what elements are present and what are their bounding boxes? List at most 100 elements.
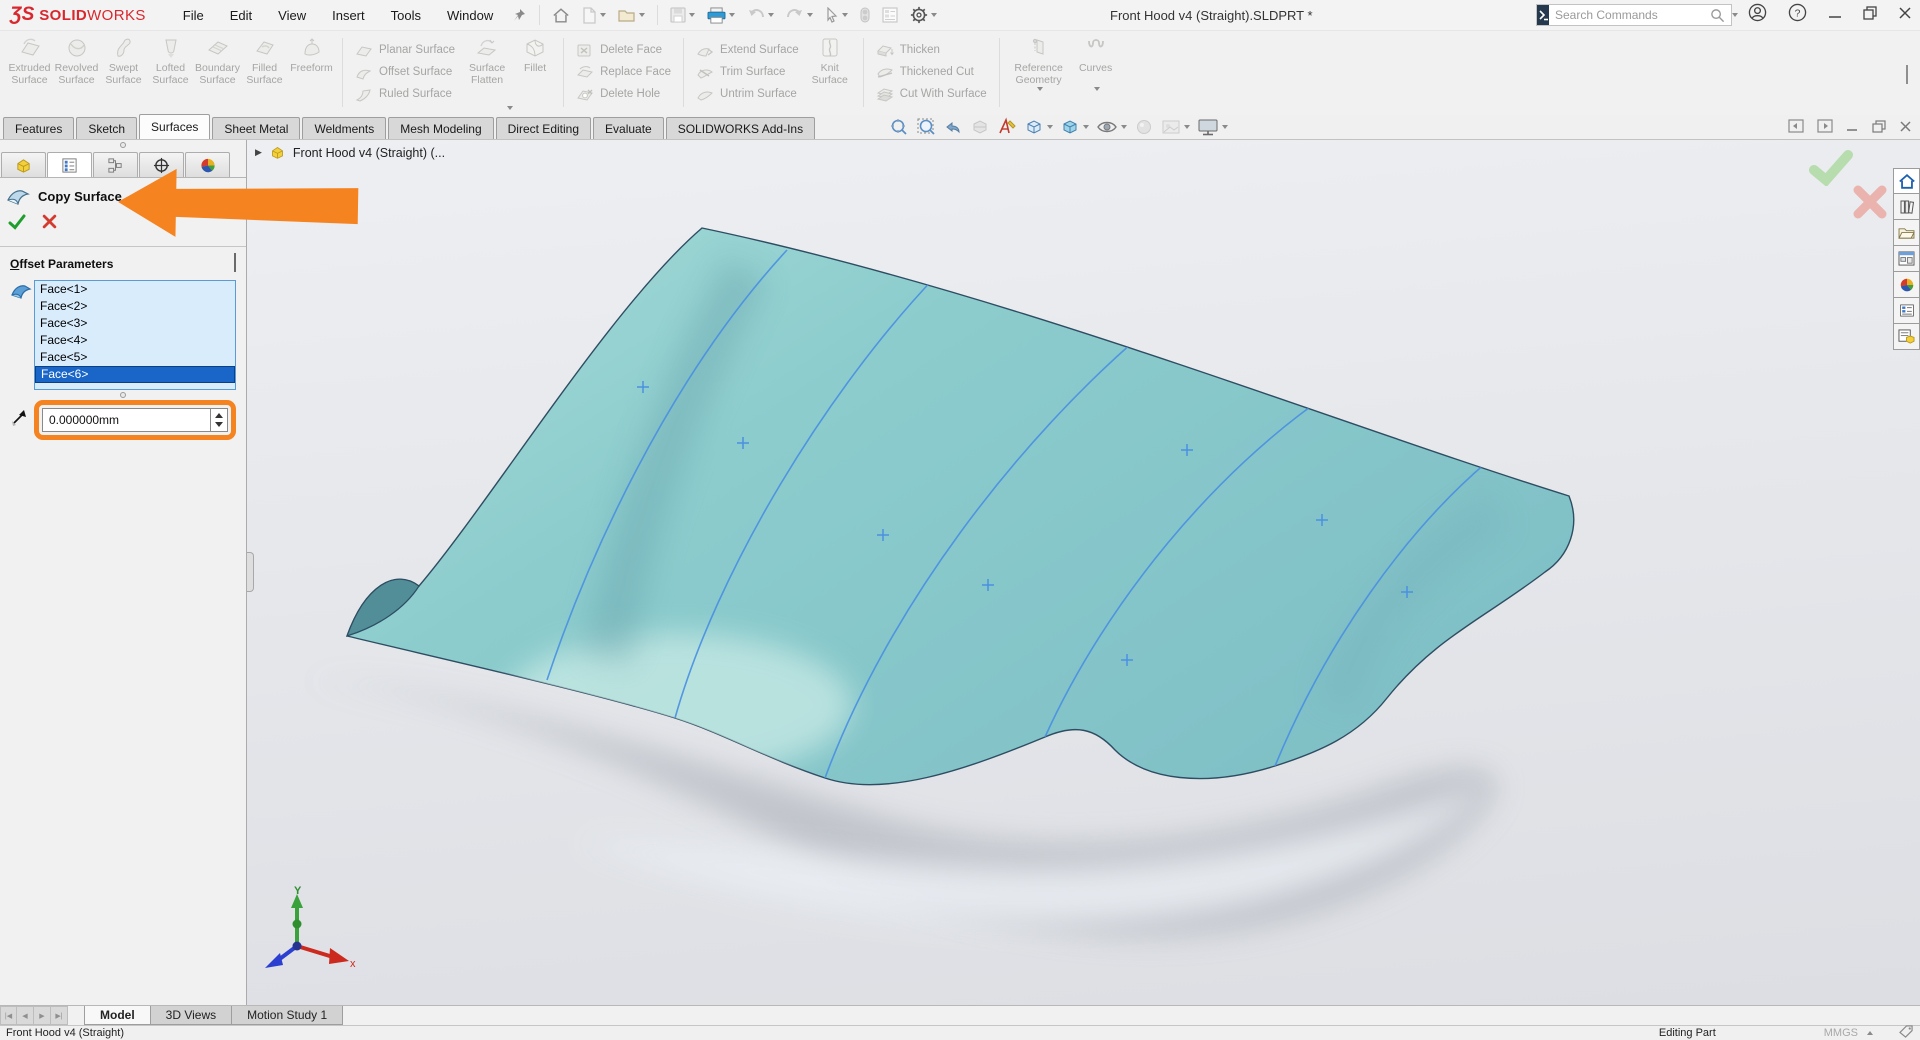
panel-flyout-grip[interactable] bbox=[247, 552, 254, 592]
status-units[interactable]: MMGS bbox=[1824, 1027, 1858, 1040]
close-window-icon[interactable] bbox=[1898, 6, 1912, 25]
menu-insert[interactable]: Insert bbox=[319, 3, 378, 28]
offset-distance-field[interactable] bbox=[42, 408, 228, 432]
face-list-item[interactable]: Face<5> bbox=[35, 349, 235, 366]
open-document-caret[interactable] bbox=[639, 13, 645, 17]
zoom-to-area-icon[interactable] bbox=[915, 117, 937, 137]
display-style-icon[interactable] bbox=[1059, 117, 1090, 137]
appearances-scenes-icon[interactable] bbox=[1893, 272, 1920, 298]
thickened-cut-button[interactable]: Thickened Cut bbox=[871, 61, 992, 83]
cancel-x-button[interactable] bbox=[42, 214, 57, 235]
hide-show-caret[interactable] bbox=[1121, 125, 1127, 129]
search-scope-caret[interactable] bbox=[1732, 13, 1738, 17]
units-caret-icon[interactable] bbox=[1867, 1031, 1873, 1035]
tab-solidworks-addins[interactable]: SOLIDWORKS Add-Ins bbox=[666, 117, 815, 139]
close-document-icon[interactable] bbox=[1899, 120, 1912, 138]
file-explorer-icon[interactable] bbox=[1893, 220, 1920, 246]
knit-surface-button[interactable]: Knit Surface bbox=[804, 34, 856, 115]
account-icon[interactable] bbox=[1748, 3, 1767, 27]
previous-view-icon[interactable] bbox=[942, 117, 964, 137]
confirm-cancel-ghost-icon[interactable] bbox=[1852, 184, 1888, 225]
custom-properties-icon[interactable] bbox=[1893, 298, 1920, 324]
face-list-item[interactable]: Face<3> bbox=[35, 315, 235, 332]
thicken-button[interactable]: Thicken bbox=[871, 39, 992, 61]
search-icon[interactable] bbox=[1710, 8, 1729, 23]
tab-sheet-metal[interactable]: Sheet Metal bbox=[212, 117, 300, 139]
tab-evaluate[interactable]: Evaluate bbox=[593, 117, 664, 139]
extend-surface-button[interactable]: Extend Surface bbox=[691, 39, 804, 61]
search-commands-box[interactable] bbox=[1536, 4, 1732, 26]
open-document-button[interactable] bbox=[616, 6, 647, 25]
curves-caret[interactable] bbox=[1094, 87, 1100, 91]
tab-weldments[interactable]: Weldments bbox=[302, 117, 386, 139]
untrim-surface-button[interactable]: Untrim Surface bbox=[691, 83, 804, 105]
spinner-up-icon[interactable] bbox=[215, 413, 223, 418]
curves-button[interactable]: Curves bbox=[1071, 34, 1121, 96]
view-palette-icon[interactable] bbox=[1893, 246, 1920, 272]
tab-sketch[interactable]: Sketch bbox=[76, 117, 137, 139]
tab-3d-views[interactable]: 3D Views bbox=[150, 1006, 232, 1025]
search-commands-input[interactable] bbox=[1549, 8, 1710, 22]
view-settings-caret[interactable] bbox=[1222, 125, 1228, 129]
confirm-ok-ghost-icon[interactable] bbox=[1808, 150, 1854, 191]
reference-geometry-button[interactable]: Reference Geometry bbox=[1007, 34, 1071, 96]
solidworks-forum-icon[interactable] bbox=[1893, 324, 1920, 350]
lofted-surface-button[interactable]: Lofted Surface bbox=[147, 34, 194, 115]
face-list-item-selected[interactable]: Face<6> bbox=[35, 366, 235, 383]
view-settings-icon[interactable] bbox=[1196, 117, 1229, 137]
section-view-icon[interactable] bbox=[969, 117, 991, 137]
options-caret[interactable] bbox=[931, 13, 937, 17]
face-list-item[interactable]: Face<2> bbox=[35, 298, 235, 315]
offset-distance-input[interactable] bbox=[43, 409, 210, 431]
collapse-section-chevron[interactable] bbox=[234, 255, 236, 273]
view-orientation-caret[interactable] bbox=[1047, 125, 1053, 129]
graphics-viewport[interactable]: ▶ Front Hood v4 (Straight) (... Y bbox=[247, 140, 1920, 1005]
cut-with-surface-button[interactable]: Cut With Surface bbox=[871, 83, 992, 105]
reference-geometry-caret[interactable] bbox=[1037, 87, 1043, 91]
tab-surfaces[interactable]: Surfaces bbox=[139, 114, 210, 139]
menu-file[interactable]: File bbox=[170, 3, 217, 28]
face-selection-list[interactable]: Face<1> Face<2> Face<3> Face<4> Face<5> … bbox=[34, 280, 236, 390]
tab-motion-study-1[interactable]: Motion Study 1 bbox=[231, 1006, 343, 1025]
select-cursor-button[interactable] bbox=[823, 5, 850, 25]
tab-features[interactable]: Features bbox=[3, 117, 74, 139]
flip-offset-direction-icon[interactable] bbox=[10, 408, 32, 432]
annotation-style-icon[interactable] bbox=[996, 117, 1018, 137]
scroll-left-icon[interactable]: ◀ bbox=[17, 1006, 34, 1025]
task-pane-home-icon[interactable] bbox=[1893, 168, 1920, 194]
extruded-surface-button[interactable]: Extruded Surface bbox=[6, 34, 53, 115]
boundary-surface-button[interactable]: Boundary Surface bbox=[194, 34, 241, 115]
display-style-caret[interactable] bbox=[1083, 125, 1089, 129]
menu-window[interactable]: Window bbox=[434, 3, 506, 28]
revolved-surface-button[interactable]: Revolved Surface bbox=[53, 34, 100, 115]
section-splitter-grip[interactable] bbox=[120, 392, 126, 398]
options-gear-button[interactable] bbox=[908, 4, 939, 26]
delete-hole-button[interactable]: Delete Hole bbox=[571, 83, 676, 105]
next-document-icon[interactable] bbox=[1817, 119, 1833, 138]
property-manager-tab[interactable] bbox=[47, 152, 92, 177]
featuremanager-tree-tab[interactable] bbox=[1, 152, 46, 177]
new-document-caret[interactable] bbox=[600, 13, 606, 17]
menu-view[interactable]: View bbox=[265, 3, 319, 28]
undo-button[interactable] bbox=[745, 6, 776, 25]
swept-surface-button[interactable]: Swept Surface bbox=[100, 34, 147, 115]
tab-mesh-modeling[interactable]: Mesh Modeling bbox=[388, 117, 493, 139]
freeform-button[interactable]: Freeform bbox=[288, 34, 335, 115]
restore-document-icon[interactable] bbox=[1872, 120, 1886, 138]
file-properties-button[interactable] bbox=[880, 5, 900, 25]
help-icon[interactable]: ? bbox=[1788, 3, 1807, 27]
surface-flatten-button[interactable]: Surface Flatten bbox=[460, 34, 514, 87]
scroll-last-icon[interactable]: ▶| bbox=[51, 1006, 68, 1025]
undo-caret[interactable] bbox=[768, 13, 774, 17]
save-button[interactable] bbox=[668, 5, 697, 25]
delete-face-button[interactable]: Delete Face bbox=[571, 39, 676, 61]
fillet-flyout-caret[interactable] bbox=[507, 106, 513, 110]
previous-document-icon[interactable] bbox=[1788, 119, 1804, 138]
breadcrumb-expand-icon[interactable]: ▶ bbox=[255, 147, 262, 158]
print-caret[interactable] bbox=[729, 13, 735, 17]
home-button[interactable] bbox=[550, 5, 572, 26]
ok-check-button[interactable] bbox=[8, 214, 26, 235]
face-list-item[interactable]: Face<1> bbox=[35, 281, 235, 298]
apply-scene-caret[interactable] bbox=[1184, 125, 1190, 129]
panel-splitter-grip[interactable] bbox=[120, 142, 126, 148]
